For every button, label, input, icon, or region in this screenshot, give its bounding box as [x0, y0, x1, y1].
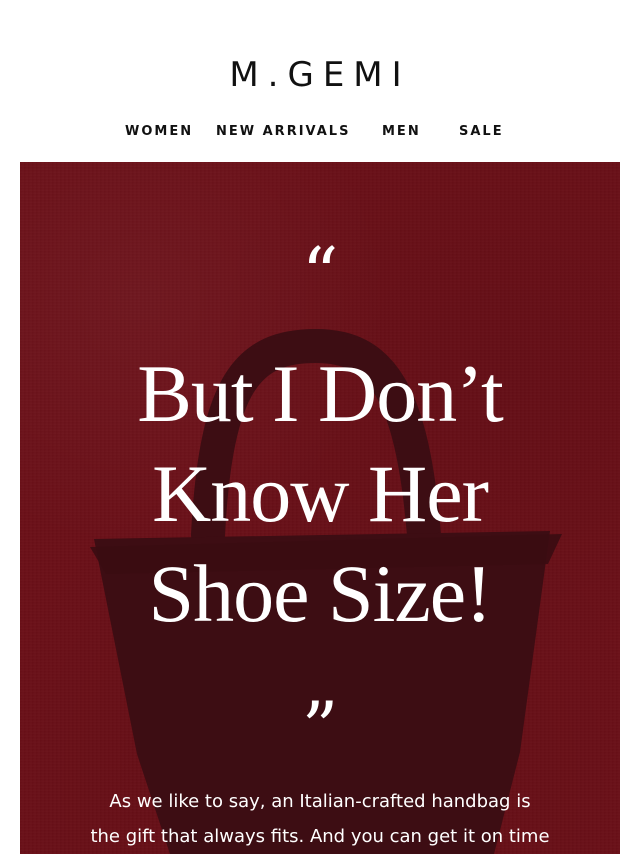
headline-line-1: But I Don’t — [137, 348, 504, 439]
headline-line-2: Know Her — [152, 448, 489, 539]
email-header: M.GEMI WOMEN NEW ARRIVALS MEN SALE — [0, 0, 640, 162]
nav-women[interactable]: WOMEN — [125, 123, 193, 141]
hero-body-copy: As we like to say, an Italian-crafted ha… — [76, 784, 564, 854]
hero-headline: But I Don’t Know Her Shoe Size! — [20, 344, 620, 644]
brand-logo[interactable]: M.GEMI — [0, 54, 640, 96]
body-line-2: the gift that always fits. And you can g… — [90, 826, 550, 847]
nav-men[interactable]: MEN — [382, 123, 421, 141]
headline-line-3: Shoe Size! — [148, 548, 493, 639]
main-nav: WOMEN NEW ARRIVALS MEN SALE — [0, 123, 640, 143]
closing-quote-mark: ” — [301, 686, 339, 770]
opening-quote-mark: “ — [301, 232, 339, 316]
nav-new-arrivals[interactable]: NEW ARRIVALS — [216, 123, 350, 141]
nav-sale[interactable]: SALE — [459, 123, 504, 141]
body-line-1: As we like to say, an Italian-crafted ha… — [109, 791, 531, 812]
hero-banner[interactable]: “ But I Don’t Know Her Shoe Size! ” As w… — [20, 162, 620, 854]
